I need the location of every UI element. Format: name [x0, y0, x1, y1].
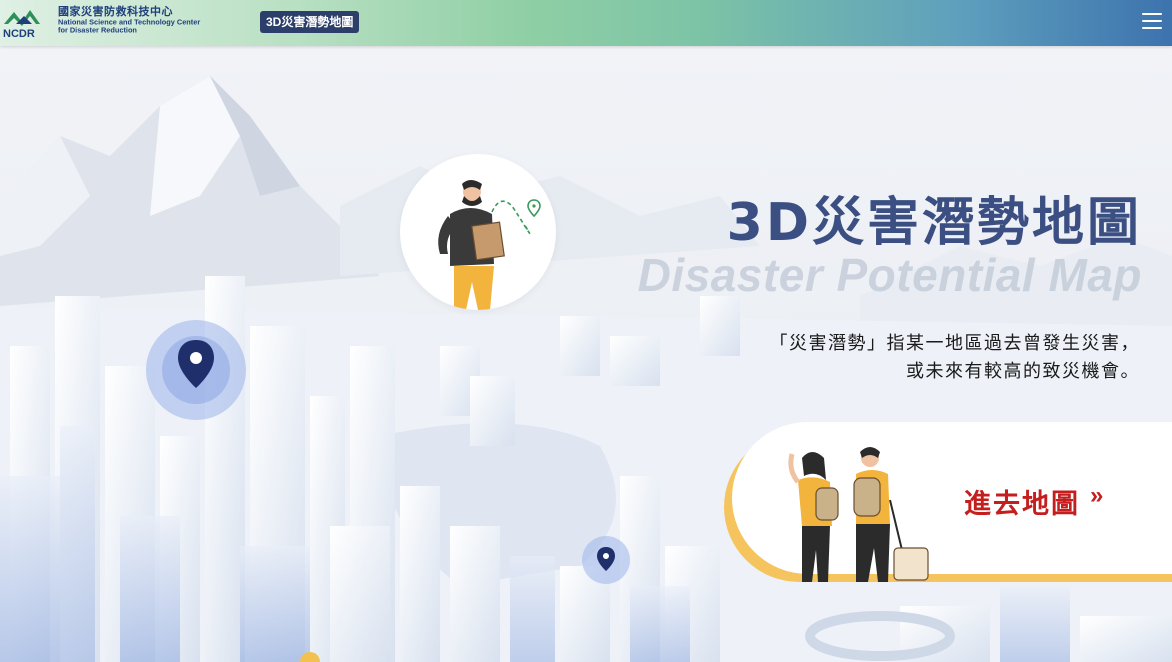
ncdr-logo-icon: NCDR	[3, 10, 40, 40]
map-reader-illustration	[400, 154, 556, 310]
site-title-badge[interactable]: 3D災害潛勢地圖	[260, 11, 360, 33]
hero-subtitle: Disaster Potential Map	[637, 249, 1142, 301]
enter-map-label[interactable]: 進去地圖	[964, 482, 1080, 521]
logo-english-name-2: for Disaster Reduction	[58, 26, 137, 35]
logo-chinese-name: 國家災害防救科技中心	[58, 6, 173, 18]
ncdr-logo[interactable]: NCDR 國家災害防救科技中心 National Science and Tec…	[2, 4, 242, 40]
map-pin-small-icon	[580, 534, 632, 586]
description-line-1: 「災害潛勢」指某一地區過去曾發生災害，	[769, 333, 1140, 354]
enter-map-button[interactable]: 進去地圖 »	[724, 422, 1172, 582]
description-line-2: 或未來有較高的致災機會。	[906, 361, 1140, 382]
svg-text:NCDR: NCDR	[3, 28, 35, 40]
travelers-illustration	[788, 447, 929, 582]
map-pin-large-icon	[144, 318, 248, 422]
logo-english-name: National Science and Technology Center	[58, 18, 201, 27]
hero-description: 「災害潛勢」指某一地區過去曾發生災害， 或未來有較高的致災機會。	[720, 330, 1140, 386]
top-header: NCDR 國家災害防救科技中心 National Science and Tec…	[0, 0, 1172, 46]
hero-title: 3D災害潛勢地圖	[726, 193, 1142, 253]
hamburger-menu-icon[interactable]	[1140, 10, 1164, 32]
logo-text: 國家災害防救科技中心 National Science and Technolo…	[58, 6, 248, 35]
double-chevron-right-icon: »	[1090, 482, 1104, 509]
